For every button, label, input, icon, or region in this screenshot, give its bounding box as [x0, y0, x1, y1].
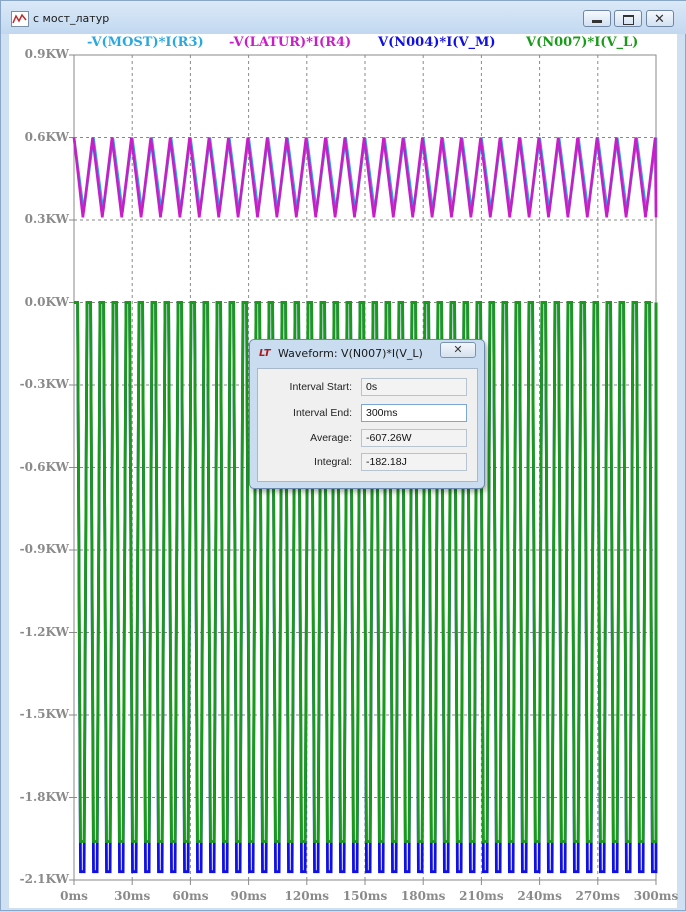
x-tick-label: 60ms: [172, 889, 209, 903]
ltspice-logo-icon: LT: [259, 348, 271, 359]
interval-start-label: Interval Start:: [289, 381, 352, 393]
x-tick-label: 90ms: [230, 889, 267, 903]
x-tick-label: 30ms: [114, 889, 151, 903]
waveform-window: с мост_латур ✕ -V(MOST)*I(R3) -V(LATUR)*…: [0, 0, 686, 911]
legend-series-n007[interactable]: V(N007)*I(V_L): [526, 35, 638, 50]
y-tick-label: -0.9KW: [19, 542, 69, 556]
y-tick-label: 0.0KW: [24, 294, 69, 309]
integral-field[interactable]: -182.18J: [361, 453, 467, 471]
y-tick-label: -0.3KW: [19, 377, 69, 391]
x-tick-label: 300ms: [633, 889, 679, 903]
average-label: Average:: [310, 432, 352, 444]
y-tick-label: 0.9KW: [24, 47, 69, 61]
legend-series-latur[interactable]: -V(LATUR)*I(R4): [229, 35, 351, 50]
y-tick-label: 0.3KW: [24, 212, 69, 226]
legend-series-most[interactable]: -V(MOST)*I(R3): [87, 35, 204, 50]
x-tick-label: 150ms: [342, 889, 388, 903]
x-tick-label: 270ms: [575, 889, 621, 903]
y-tick-label: -1.5KW: [19, 707, 69, 721]
interval-end-label: Interval End:: [293, 407, 352, 419]
x-tick-label: 0ms: [60, 889, 88, 903]
y-tick-label: -0.6KW: [19, 459, 69, 474]
waveform-info-dialog[interactable]: LT Waveform: V(N007)*I(V_L) ✕ Interval S…: [249, 339, 485, 489]
y-tick-label: -1.2KW: [19, 624, 69, 639]
x-tick-label: 240ms: [517, 889, 562, 903]
x-tick-label: 210ms: [459, 889, 504, 903]
average-field[interactable]: -607.26W: [361, 429, 467, 447]
integral-label: Integral:: [314, 456, 352, 468]
interval-end-field[interactable]: 300ms: [361, 404, 467, 422]
dialog-body: Interval Start: 0s Interval End: 300ms A…: [257, 368, 478, 482]
dialog-close-button[interactable]: ✕: [440, 342, 476, 358]
interval-start-field[interactable]: 0s: [361, 378, 467, 396]
y-tick-label: 0.6KW: [24, 129, 69, 144]
x-tick-label: 180ms: [400, 889, 446, 903]
legend-series-n004[interactable]: V(N004)*I(V_M): [378, 35, 496, 50]
y-tick-label: -1.8KW: [19, 789, 69, 804]
x-tick-label: 120ms: [284, 889, 330, 903]
y-tick-label: -2.1KW: [19, 872, 69, 886]
dialog-title: Waveform: V(N007)*I(V_L): [278, 347, 423, 360]
